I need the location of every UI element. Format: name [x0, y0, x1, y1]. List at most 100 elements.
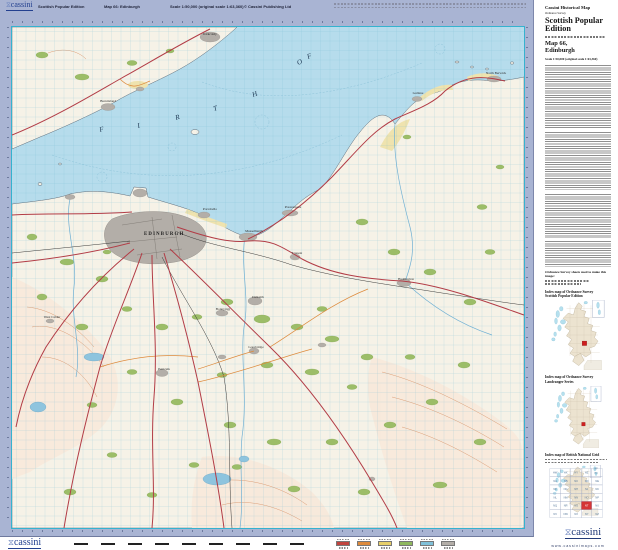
grid-ticks-left [7, 27, 9, 527]
legend-item [357, 539, 371, 549]
wood-patch [189, 463, 199, 468]
wood-patch [496, 165, 504, 169]
wood-patch [27, 234, 37, 240]
inchkeith-island [191, 130, 199, 135]
legend-text [444, 547, 453, 549]
sheets-used-line1 [545, 280, 589, 281]
grid-cell-label: NB [564, 479, 568, 483]
panel-scale-note: Scale 1:50,000 (original scale 1:63,360) [545, 57, 611, 61]
map-sheet: ⧖cassini Scottish Popular Edition Map 66… [0, 0, 534, 537]
town-label: Kirkcaldy [203, 32, 217, 36]
wood-patch [87, 403, 97, 408]
map-key-legend [336, 539, 455, 549]
panel-attribution: Ordnance Survey [545, 11, 611, 15]
grid-cell-label: NS [574, 503, 578, 507]
grid-cell-label: HZ [585, 471, 589, 475]
edinburgh-urban-area [104, 212, 206, 264]
inset-cell-label: HU [595, 473, 599, 475]
sheets-used-heading: Ordnance Survey sheets used to make this… [545, 271, 611, 278]
index-map2-caption: Index map of Ordnance Survey Landranger … [545, 375, 611, 384]
town-label: Gorebridge [248, 345, 264, 349]
legend-swatch [399, 541, 413, 546]
legend-swatch [441, 541, 455, 546]
topbar-fineprint-line2 [334, 7, 526, 9]
map-sheet-page: ⧖cassini Scottish Popular Edition Map 66… [0, 0, 618, 550]
urban-patch [318, 343, 326, 347]
index-map1-caption-line2: Scottish Popular Edition [545, 294, 611, 298]
panel-map-name: Edinburgh [545, 48, 611, 55]
panel-map-title: Map 66, Edinburgh [545, 41, 611, 55]
urban-patch [101, 104, 115, 111]
grid-cell-label: NV [553, 512, 557, 516]
sheet-66-highlight [582, 422, 585, 425]
cassini-logo-panel: ⧖cassini [565, 526, 602, 539]
grid-cell-label: NQ [553, 503, 557, 507]
wood-patch [361, 354, 373, 360]
grid-cell-label: NC [574, 479, 578, 483]
wood-patch [424, 269, 436, 275]
town-label: Burntisland [100, 99, 116, 103]
urban-patch [65, 195, 75, 200]
wood-patch [305, 369, 319, 375]
legend-item [336, 539, 350, 549]
wood-patch [388, 249, 400, 255]
panel-series-title: Scottish Popular Edition [545, 17, 611, 33]
legend-text [423, 547, 432, 549]
legend-text [402, 547, 411, 549]
grid-cell-label: NT [585, 503, 589, 507]
wood-patch [405, 355, 415, 360]
wood-patch [384, 422, 396, 428]
legend-swatch [378, 541, 392, 546]
cassini-logo-top: ⧖cassini [6, 1, 33, 11]
wood-patch [122, 307, 132, 312]
topbar-map-no: Map 66: Edinburgh [104, 4, 140, 9]
wood-patch [288, 486, 300, 492]
info-panel: Cassini Historical Map Ordnance Survey S… [536, 0, 618, 550]
grid-cell-label: HX [564, 471, 568, 475]
grid-cell-label: NY [585, 512, 589, 516]
cramond-island [38, 183, 42, 186]
town-label: Prestonpans [285, 205, 302, 209]
panel-revision-line [545, 36, 605, 38]
wood-patch [426, 399, 438, 405]
wood-patch [325, 336, 339, 342]
wood-patch [458, 362, 470, 368]
wood-patch [358, 489, 370, 495]
topbar-fineprint-line1 [334, 3, 526, 5]
description-paragraph-3 [545, 194, 611, 238]
legend-text [360, 547, 369, 549]
info-panel-content: Cassini Historical Map Ordnance Survey S… [545, 5, 611, 548]
grid-ticks-right [526, 27, 528, 527]
grid-cell-label: NE [595, 479, 599, 483]
town-label: Bonnyrigg [216, 307, 231, 311]
legend-text [400, 539, 413, 541]
wood-patch [356, 219, 368, 225]
wood-patch [485, 250, 495, 255]
town-label: Musselburgh [245, 229, 263, 233]
scale-bar [74, 543, 312, 545]
town-label: Dalkeith [252, 295, 264, 299]
edinburgh-label: EDINBURGH [144, 232, 184, 237]
wood-patch [403, 135, 411, 139]
topbar-series: Scottish Popular Edition [38, 4, 84, 9]
index-map1-caption: Index map of Ordnance Survey Scottish Po… [545, 290, 611, 299]
description-paragraph-2 [545, 132, 611, 190]
cassini-logo-footer: ⧖cassini [8, 537, 41, 549]
legend-text [379, 539, 392, 541]
town-label: Haddington [398, 277, 414, 281]
town-label: West Calder [44, 315, 61, 319]
urban-patch [133, 189, 147, 197]
wood-patch [75, 74, 89, 80]
wood-patch [232, 465, 242, 470]
sheets-used-line2 [545, 283, 581, 284]
legend-text [381, 547, 390, 549]
urban-patch [46, 319, 54, 323]
grid-cell-label: ND [585, 479, 589, 483]
index-map3-note-line2 [545, 462, 599, 463]
legend-swatch [420, 541, 434, 546]
wood-patch [433, 482, 447, 488]
wood-patch [464, 299, 476, 305]
legend-text [421, 539, 434, 541]
wood-patch [107, 453, 117, 458]
index-map3-caption: Index map of British National Grid [545, 453, 611, 457]
